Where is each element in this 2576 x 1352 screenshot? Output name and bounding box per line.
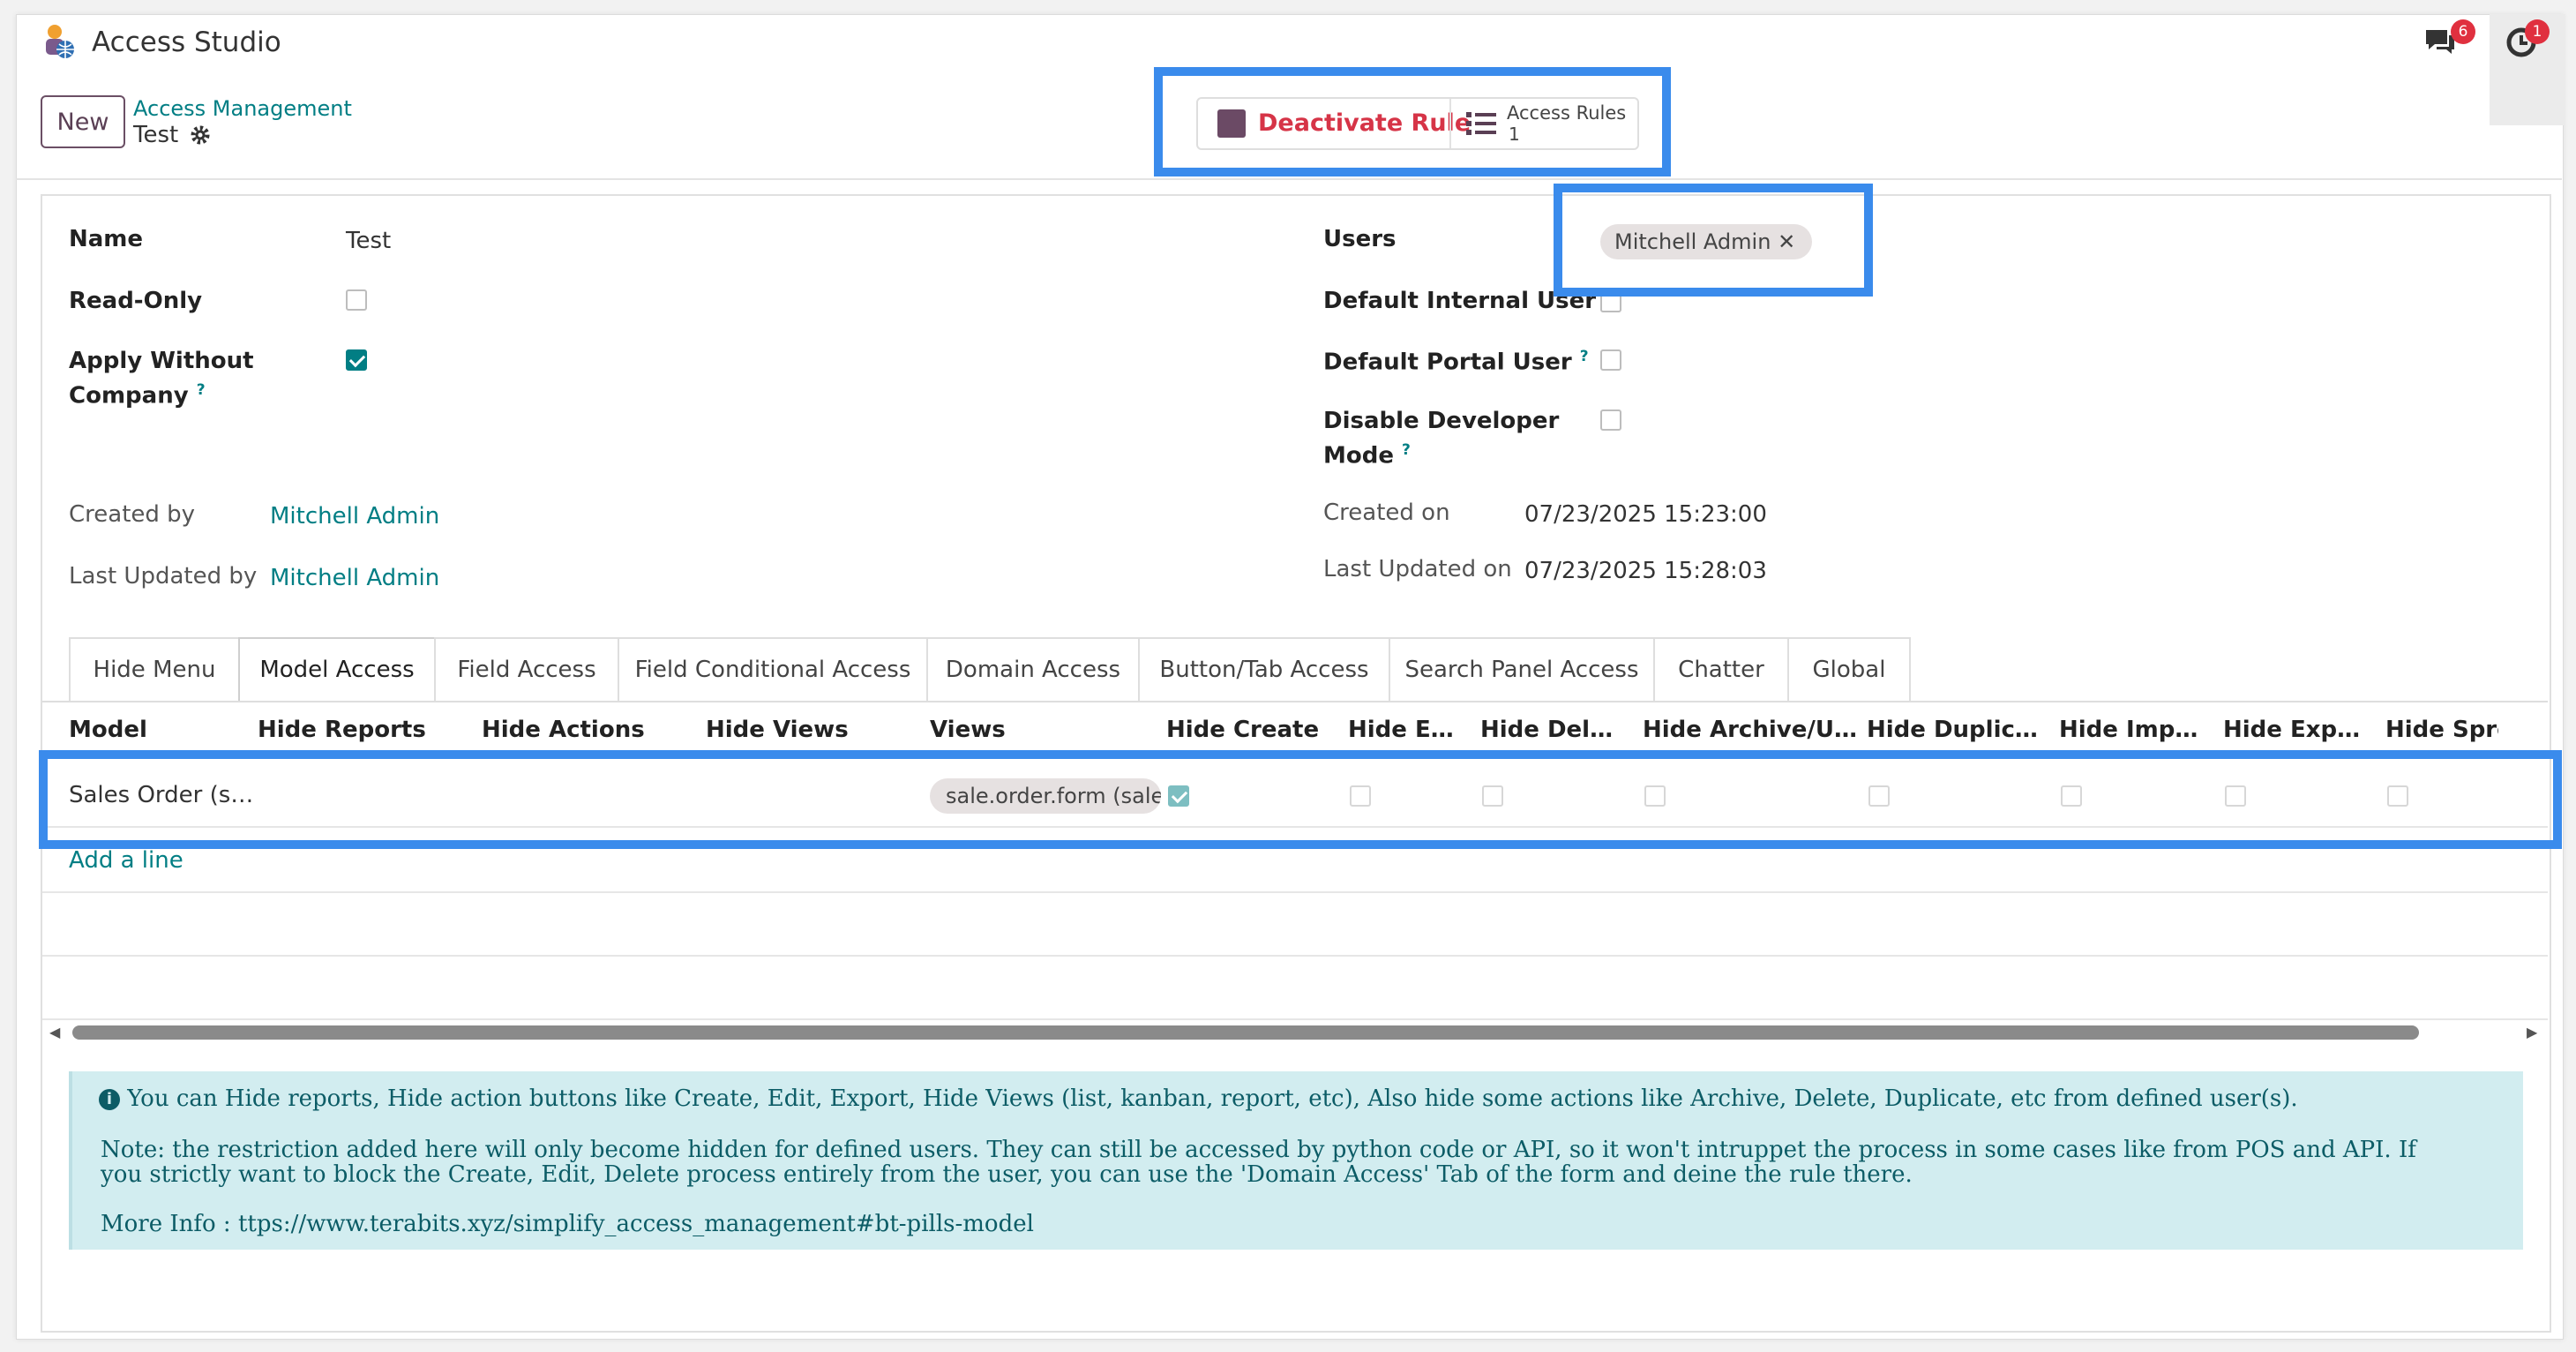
default-portal-user-text: Default Portal User — [1323, 349, 1572, 376]
apply-without-company-label: Apply Without — [69, 348, 254, 374]
column-header-hide-delete[interactable]: Hide Del… — [1480, 717, 1621, 743]
column-header-hide-export[interactable]: Hide Exp… — [2223, 717, 2373, 743]
info-line: i You can Hide reports, Hide action butt… — [99, 1085, 2298, 1112]
name-field[interactable]: Test — [346, 228, 391, 254]
column-header-hide-duplicate[interactable]: Hide Duplic… — [1867, 717, 2052, 743]
highlight-box — [39, 750, 2562, 849]
name-label: Name — [69, 226, 144, 252]
apply-without-company-label-2: Company ? — [69, 381, 206, 409]
highlight-box — [1154, 67, 1671, 177]
default-portal-user-checkbox[interactable] — [1600, 349, 1621, 371]
column-header-model[interactable]: Model — [69, 717, 245, 743]
tab-global[interactable]: Global — [1787, 637, 1911, 701]
breadcrumb-access-management[interactable]: Access Management — [133, 96, 352, 121]
breadcrumb-current-record: Test — [133, 122, 179, 148]
created-by-label: Created by — [69, 501, 196, 528]
column-header-hide-archive[interactable]: Hide Archive/U… — [1643, 717, 1863, 743]
tab-field-conditional-access[interactable]: Field Conditional Access — [618, 637, 928, 701]
divider — [16, 178, 2562, 180]
scrollbar-thumb[interactable] — [72, 1025, 2419, 1040]
default-portal-user-label: Default Portal User ? — [1323, 348, 1589, 376]
help-icon[interactable]: ? — [197, 381, 206, 399]
created-on-value: 07/23/2025 15:23:00 — [1524, 501, 1767, 528]
column-header-hide-reports[interactable]: Hide Reports — [258, 717, 461, 743]
help-icon[interactable]: ? — [1580, 348, 1589, 365]
tab-model-access[interactable]: Model Access — [238, 637, 436, 702]
last-updated-by-link[interactable]: Mitchell Admin — [270, 565, 439, 591]
activity-badge: 1 — [2525, 19, 2550, 44]
divider — [42, 891, 2548, 893]
add-a-line-link[interactable]: Add a line — [69, 847, 183, 874]
gear-icon[interactable] — [189, 124, 212, 146]
readonly-label: Read-Only — [69, 288, 203, 314]
help-icon[interactable]: ? — [1402, 441, 1411, 459]
disable-developer-mode-checkbox[interactable] — [1600, 409, 1621, 431]
tab-chatter[interactable]: Chatter — [1653, 637, 1789, 701]
info-text: You can Hide reports, Hide action button… — [127, 1085, 2298, 1112]
more-info-label: More Info : — [101, 1211, 238, 1237]
chat-badge: 6 — [2451, 19, 2475, 44]
last-updated-on-value: 07/23/2025 15:28:03 — [1524, 558, 1767, 584]
column-header-hide-actions[interactable]: Hide Actions — [482, 717, 685, 743]
column-header-views[interactable]: Views — [930, 717, 1133, 743]
column-header-hide-views[interactable]: Hide Views — [706, 717, 909, 743]
last-updated-by-label: Last Updated by — [69, 563, 258, 590]
last-updated-on-label: Last Updated on — [1323, 556, 1512, 582]
created-on-label: Created on — [1323, 499, 1450, 526]
app-title[interactable]: Access Studio — [92, 26, 281, 58]
tab-hide-menu[interactable]: Hide Menu — [69, 637, 240, 701]
column-header-hide-edit[interactable]: Hide E… — [1348, 717, 1471, 743]
created-by-link[interactable]: Mitchell Admin — [270, 503, 439, 530]
highlight-box — [1554, 184, 1873, 297]
apply-without-company-text: Company — [69, 382, 189, 409]
app-logo-icon[interactable] — [39, 23, 78, 62]
divider — [42, 1018, 2548, 1020]
disable-developer-mode-label: Disable Developer — [1323, 408, 1560, 434]
readonly-checkbox[interactable] — [346, 289, 367, 311]
users-label: Users — [1323, 226, 1397, 252]
info-note-line-2: you strictly want to block the Create, E… — [101, 1161, 1913, 1188]
info-more: More Info : ttps://www.terabits.xyz/simp… — [101, 1211, 1034, 1237]
tabs-divider — [42, 701, 2548, 702]
new-button[interactable]: New — [41, 95, 125, 148]
column-header-hide-import[interactable]: Hide Imp… — [2059, 717, 2209, 743]
tab-search-panel-access[interactable]: Search Panel Access — [1389, 637, 1655, 701]
scroll-left-icon[interactable]: ◀ — [49, 1024, 60, 1040]
info-icon: i — [99, 1089, 120, 1110]
disable-developer-mode-label-2: Mode ? — [1323, 441, 1411, 469]
tab-field-access[interactable]: Field Access — [434, 637, 619, 701]
disable-developer-mode-text: Mode — [1323, 442, 1394, 469]
info-note-line-1: Note: the restriction added here will on… — [101, 1137, 2416, 1163]
more-info-link[interactable]: ttps://www.terabits.xyz/simplify_access_… — [238, 1211, 1034, 1237]
scroll-right-icon[interactable]: ▶ — [2527, 1024, 2537, 1040]
divider — [42, 955, 2548, 957]
tab-button-tab-access[interactable]: Button/Tab Access — [1138, 637, 1390, 701]
column-header-hide-spreadsheet[interactable]: Hide Sprea — [2385, 717, 2498, 743]
column-header-hide-create[interactable]: Hide Create — [1166, 717, 1343, 743]
tab-domain-access[interactable]: Domain Access — [926, 637, 1140, 701]
apply-without-company-checkbox[interactable] — [346, 349, 367, 371]
